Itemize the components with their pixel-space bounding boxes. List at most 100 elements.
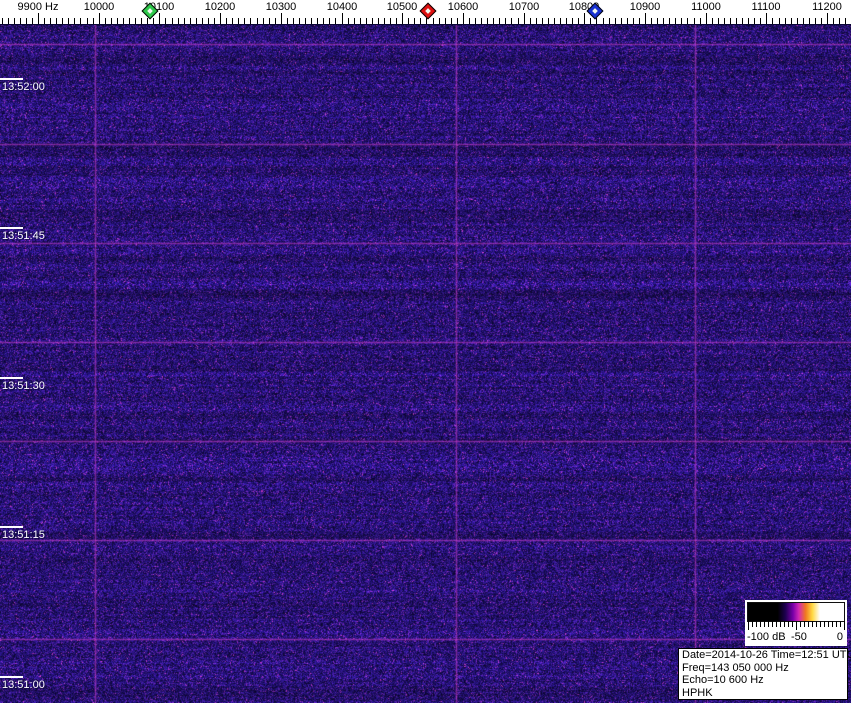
- freq-minor-tick: [305, 18, 306, 24]
- freq-minor-tick: [797, 18, 798, 24]
- freq-minor-tick: [633, 18, 634, 24]
- freq-minor-tick: [772, 18, 773, 24]
- freq-minor-tick: [651, 18, 652, 24]
- freq-minor-tick: [244, 18, 245, 24]
- freq-minor-tick: [742, 18, 743, 24]
- freq-major-tick: [827, 13, 828, 24]
- freq-minor-tick: [657, 18, 658, 24]
- freq-minor-tick: [511, 18, 512, 24]
- info-box: Date=2014-10-26 Time=12:51 UTC Freq=143 …: [678, 648, 848, 700]
- freq-minor-tick: [754, 18, 755, 24]
- freq-axis-label: 11100: [752, 1, 781, 13]
- freq-minor-tick: [596, 18, 597, 24]
- freq-minor-tick: [147, 18, 148, 24]
- freq-minor-tick: [311, 18, 312, 24]
- freq-minor-tick: [329, 18, 330, 24]
- freq-axis-label: 11000: [691, 1, 721, 13]
- info-date-time: Date=2014-10-26 Time=12:51 UTC: [682, 649, 847, 662]
- freq-minor-tick: [172, 18, 173, 24]
- freq-minor-tick: [299, 18, 300, 24]
- freq-minor-tick: [420, 18, 421, 24]
- freq-minor-tick: [530, 18, 531, 24]
- freq-minor-tick: [372, 18, 373, 24]
- freq-minor-tick: [785, 18, 786, 24]
- red-diamond-marker-core: [425, 8, 431, 14]
- freq-minor-tick: [694, 18, 695, 24]
- freq-axis-label: 10200: [205, 1, 236, 13]
- freq-minor-tick: [724, 18, 725, 24]
- freq-minor-tick: [8, 18, 9, 24]
- freq-minor-tick: [165, 18, 166, 24]
- freq-minor-tick: [20, 18, 21, 24]
- colorbar-tick: [816, 621, 817, 627]
- freq-minor-tick: [615, 18, 616, 24]
- freq-minor-tick: [214, 18, 215, 24]
- freq-minor-tick: [378, 18, 379, 24]
- freq-axis-label: 10700: [509, 1, 540, 13]
- freq-major-tick: [524, 13, 525, 24]
- colorbar-tick: [760, 621, 761, 627]
- freq-minor-tick: [366, 18, 367, 24]
- freq-major-tick: [159, 13, 160, 24]
- freq-minor-tick: [87, 18, 88, 24]
- freq-minor-tick: [481, 18, 482, 24]
- colorbar-tick: [788, 621, 789, 627]
- colorbar-tick: [768, 621, 769, 627]
- freq-minor-tick: [184, 18, 185, 24]
- freq-minor-tick: [700, 18, 701, 24]
- freq-axis-label: 11200: [812, 1, 842, 13]
- freq-minor-tick: [123, 18, 124, 24]
- freq-minor-tick: [190, 18, 191, 24]
- time-label-text: 13:51:45: [2, 230, 45, 242]
- colorbar-tick: [844, 621, 845, 630]
- colorbar-max-label: 0: [837, 631, 843, 643]
- freq-minor-tick: [603, 18, 604, 24]
- freq-major-tick: [584, 13, 585, 24]
- freq-major-tick: [645, 13, 646, 24]
- colorbar-tick: [796, 621, 797, 630]
- freq-minor-tick: [178, 18, 179, 24]
- freq-minor-tick: [196, 18, 197, 24]
- freq-minor-tick: [457, 18, 458, 24]
- colorbar-min-label: -100 dB: [747, 631, 786, 643]
- time-label-text: 13:51:00: [2, 679, 45, 691]
- colorbar-legend: -100 dB -50 0: [745, 600, 847, 646]
- freq-minor-tick: [493, 18, 494, 24]
- freq-minor-tick: [681, 18, 682, 24]
- waterfall-spectrogram-canvas[interactable]: [0, 25, 851, 703]
- freq-minor-tick: [117, 18, 118, 24]
- freq-minor-tick: [93, 18, 94, 24]
- freq-minor-tick: [609, 18, 610, 24]
- freq-minor-tick: [232, 18, 233, 24]
- freq-axis-label: 10500: [387, 1, 418, 13]
- freq-minor-tick: [135, 18, 136, 24]
- freq-minor-tick: [433, 18, 434, 24]
- time-tick-line: [0, 377, 23, 379]
- freq-minor-tick: [111, 18, 112, 24]
- colorbar-tick: [804, 621, 805, 627]
- info-station-id: HPHK: [682, 687, 847, 700]
- freq-minor-tick: [396, 18, 397, 24]
- colorbar-tick: [792, 621, 793, 627]
- freq-minor-tick: [621, 18, 622, 24]
- freq-minor-tick: [469, 18, 470, 24]
- time-tick-line: [0, 676, 23, 678]
- freq-minor-tick: [14, 18, 15, 24]
- colorbar-tick: [772, 621, 773, 627]
- freq-minor-tick: [542, 18, 543, 24]
- freq-minor-tick: [791, 18, 792, 24]
- freq-minor-tick: [730, 18, 731, 24]
- colorbar-tick-ruler: [748, 621, 845, 631]
- time-tick-line: [0, 526, 23, 528]
- colorbar-tick: [812, 621, 813, 627]
- freq-minor-tick: [44, 18, 45, 24]
- freq-minor-tick: [639, 18, 640, 24]
- colorbar-tick: [820, 621, 821, 627]
- time-label-text: 13:51:30: [2, 380, 45, 392]
- freq-minor-tick: [287, 18, 288, 24]
- colorbar-tick: [840, 621, 841, 627]
- freq-minor-tick: [141, 18, 142, 24]
- freq-minor-tick: [554, 18, 555, 24]
- freq-minor-tick: [712, 18, 713, 24]
- freq-minor-tick: [293, 18, 294, 24]
